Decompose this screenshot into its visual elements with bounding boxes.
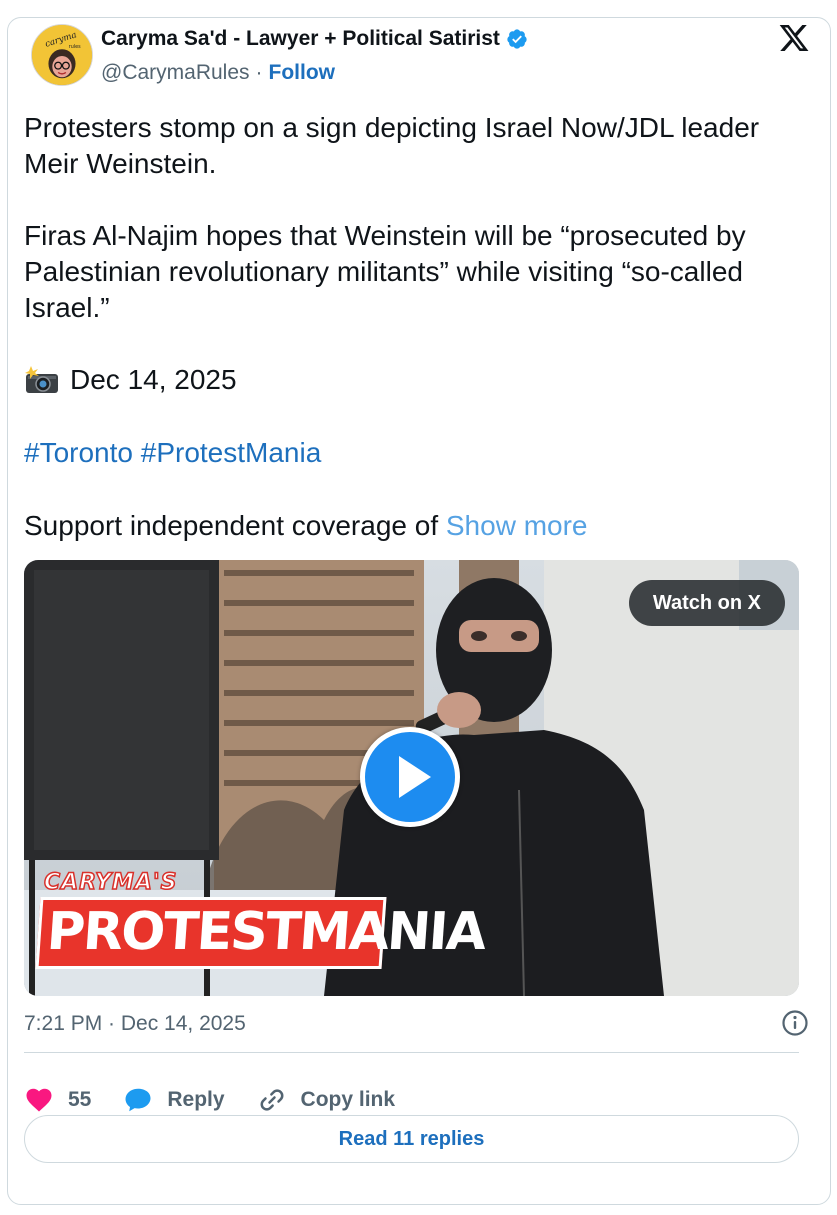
link-icon xyxy=(260,1089,283,1111)
tweet-paragraph-1: Protesters stomp on a sign depicting Isr… xyxy=(24,112,760,179)
show-more-link[interactable]: Show more xyxy=(446,510,588,541)
svg-text:rules: rules xyxy=(69,44,81,50)
hashtag-toronto[interactable]: #Toronto xyxy=(24,437,133,468)
read-replies-button[interactable]: Read 11 replies xyxy=(24,1115,799,1163)
handle-separator: · xyxy=(255,61,263,84)
support-text: Support independent coverage of xyxy=(24,510,446,541)
author-handle[interactable]: @CarymaRules xyxy=(101,61,250,85)
camera-flash-icon xyxy=(24,365,60,395)
tweet-timestamp[interactable]: 7:21 PM · Dec 14, 2025 xyxy=(24,1012,246,1036)
play-icon xyxy=(399,756,431,798)
play-button[interactable] xyxy=(360,727,460,827)
author-name-row: Caryma Sa'd - Lawyer + Political Satiris… xyxy=(101,27,528,51)
follow-link[interactable]: Follow xyxy=(269,61,336,85)
action-bar: 55 Reply Copy link xyxy=(24,1085,427,1115)
video-player[interactable]: Watch on X CARYMA'S PROTESTMANIA xyxy=(24,560,799,996)
author-handle-row: @CarymaRules · Follow xyxy=(101,61,335,85)
reply-bubble-icon xyxy=(125,1088,151,1112)
copy-link-button[interactable]: Copy link xyxy=(257,1085,396,1115)
verified-badge-icon xyxy=(506,28,528,50)
hashtag-protestmania[interactable]: #ProtestMania xyxy=(141,437,322,468)
author-avatar[interactable]: caryma rules xyxy=(31,24,93,86)
heart-icon xyxy=(26,1088,52,1112)
date-line-text: Dec 14, 2025 xyxy=(70,364,237,395)
tweet-paragraph-2: Firas Al-Najim hopes that Weinstein will… xyxy=(24,220,746,323)
brand-small-text: CARYMA'S xyxy=(43,869,178,896)
brand-big-text: PROTESTMANIA xyxy=(35,897,487,969)
reply-label: Reply xyxy=(167,1088,225,1111)
protestmania-logo: CARYMA'S PROTESTMANIA xyxy=(35,869,487,980)
author-name[interactable]: Caryma Sa'd - Lawyer + Political Satiris… xyxy=(101,27,500,51)
info-icon[interactable] xyxy=(780,1008,810,1038)
x-logo-icon[interactable] xyxy=(778,22,810,54)
reply-button[interactable]: Reply xyxy=(123,1085,225,1115)
watch-on-x-button[interactable]: Watch on X xyxy=(628,580,785,626)
like-button[interactable]: 55 xyxy=(24,1085,91,1115)
copy-link-label: Copy link xyxy=(300,1088,396,1111)
support-line: Support independent coverage of Show mor… xyxy=(24,508,814,544)
tweet-date-line: Dec 14, 2025 xyxy=(24,362,814,398)
like-count: 55 xyxy=(68,1088,92,1111)
hashtag-line: #Toronto #ProtestMania xyxy=(24,435,814,471)
footer-divider xyxy=(24,1052,799,1053)
